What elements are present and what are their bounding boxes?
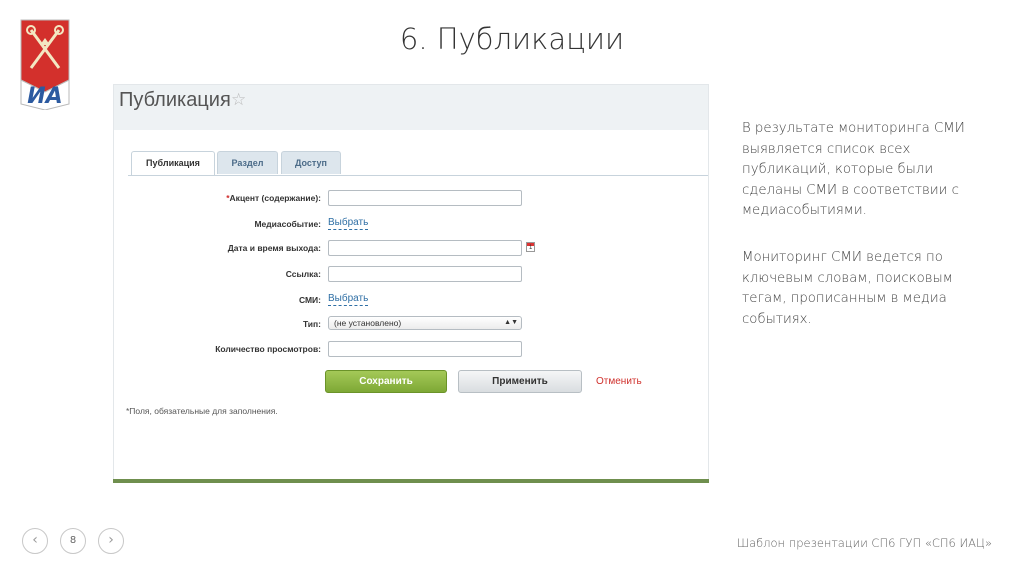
type-select[interactable]: (не установлено) ▲▼ <box>328 316 522 330</box>
save-button[interactable]: Сохранить <box>325 370 447 393</box>
form-title: Публикация <box>119 89 231 111</box>
row-datetime: Дата и время выхода: <box>114 240 708 260</box>
description-paragraph-2: Мониторинг СМИ ведется по ключевым слова… <box>742 250 953 327</box>
publication-form-screenshot: Публикация ☆ Публикация Раздел Доступ *А… <box>113 84 709 482</box>
required-fields-note: *Поля, обязательные для заполнения. <box>126 406 278 416</box>
datetime-label: Дата и время выхода: <box>227 243 321 253</box>
type-selected-value: (не установлено) <box>334 318 402 328</box>
tab-divider <box>128 175 708 176</box>
url-label: Ссылка: <box>285 269 321 279</box>
apply-button[interactable]: Применить <box>458 370 582 393</box>
form-header: Публикация ☆ <box>114 85 708 130</box>
slide-title: 6. Публикации <box>399 22 625 56</box>
row-smi: СМИ: Выбрать <box>114 292 708 312</box>
next-slide-button[interactable]: › <box>98 528 124 554</box>
page-number: 8 <box>60 528 86 554</box>
datetime-input[interactable] <box>328 240 522 256</box>
smi-select-link[interactable]: Выбрать <box>328 293 369 306</box>
media-event-label: Медиасобытие: <box>254 219 321 229</box>
screenshot-bottom-bar <box>113 479 709 483</box>
tab-access[interactable]: Доступ <box>281 151 341 174</box>
star-icon[interactable]: ☆ <box>231 90 246 110</box>
smi-label: СМИ: <box>298 295 321 305</box>
chevron-left-icon: ‹ <box>32 532 38 548</box>
tab-publication[interactable]: Публикация <box>131 151 215 176</box>
row-type: Тип: (не установлено) ▲▼ <box>114 316 708 336</box>
row-accent: *Акцент (содержание): <box>114 190 708 210</box>
views-input[interactable] <box>328 341 522 357</box>
calendar-icon[interactable] <box>526 242 535 252</box>
media-event-select-link[interactable]: Выбрать <box>328 217 369 230</box>
previous-slide-button[interactable]: ‹ <box>22 528 48 554</box>
row-media-event: Медиасобытие: Выбрать <box>114 216 708 236</box>
chevron-right-icon: › <box>108 532 114 548</box>
cancel-link[interactable]: Отменить <box>596 376 642 387</box>
tab-section[interactable]: Раздел <box>217 151 278 174</box>
accent-input[interactable] <box>328 190 522 206</box>
views-label: Количество просмотров: <box>215 344 321 354</box>
svg-text:ИА: ИА <box>27 84 62 109</box>
description-paragraph-1: В результате мониторинга СМИ выявляется … <box>742 121 965 218</box>
url-input[interactable] <box>328 266 522 282</box>
type-label: Тип: <box>302 319 321 329</box>
footer-text: Шаблон презентации СП6 ГУП «СП6 ИАЦ» <box>736 536 992 550</box>
row-url: Ссылка: <box>114 266 708 286</box>
accent-label: *Акцент (содержание): <box>226 193 321 203</box>
row-views: Количество просмотров: <box>114 341 708 361</box>
select-arrows-icon: ▲▼ <box>504 319 518 326</box>
